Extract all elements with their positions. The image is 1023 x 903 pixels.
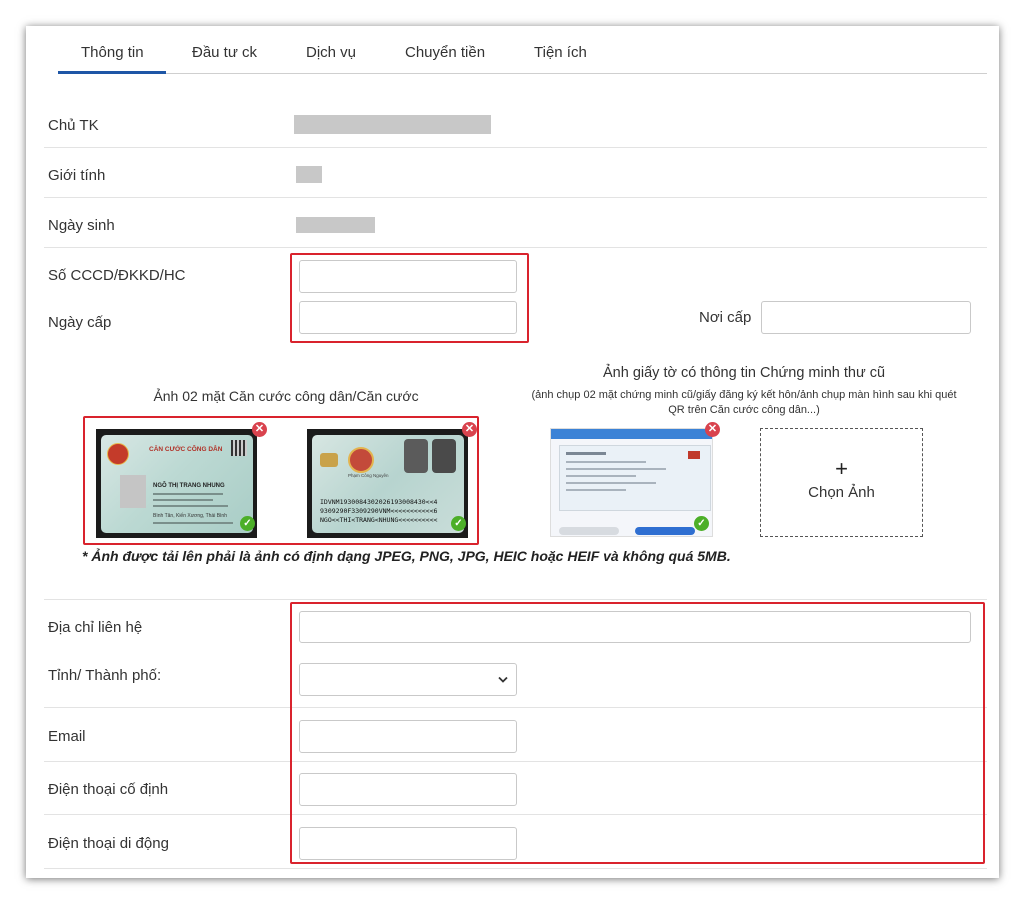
old-id-photo[interactable] xyxy=(550,428,713,537)
doc-line xyxy=(566,475,636,477)
row-divider xyxy=(44,868,987,869)
active-tab-indicator xyxy=(58,71,166,74)
plus-icon: + xyxy=(835,456,848,481)
screenshot-button-primary xyxy=(635,527,695,535)
section-divider xyxy=(44,599,987,600)
issue-place-input[interactable] xyxy=(761,301,971,334)
landline-label: Điện thoại cố định xyxy=(48,781,169,798)
id-fields-highlight xyxy=(290,253,529,343)
issue-date-label: Ngày cấp xyxy=(48,314,112,331)
choose-image-button[interactable]: + Chọn Ảnh xyxy=(760,428,923,537)
screenshot-document xyxy=(559,445,711,511)
id-number-label: Số CCCD/ĐKKD/HC xyxy=(48,267,186,284)
doc-flag-icon xyxy=(688,451,700,459)
tab-dau-tu-ck[interactable]: Đầu tư ck xyxy=(192,44,257,61)
remove-old-id-close-icon[interactable]: ✕ xyxy=(705,422,720,437)
account-holder-label: Chủ TK xyxy=(48,117,99,134)
row-divider xyxy=(44,147,987,148)
email-label: Email xyxy=(48,728,86,745)
province-label: Tỉnh/ Thành phố: xyxy=(48,667,162,684)
tab-dich-vu[interactable]: Dịch vụ xyxy=(306,44,356,61)
tab-tien-ich[interactable]: Tiện ích xyxy=(534,44,587,61)
old-id-caption: Ảnh giấy tờ có thông tin Chứng minh thư … xyxy=(602,365,886,381)
screenshot-button xyxy=(559,527,619,535)
tab-chuyen-tien[interactable]: Chuyển tiền xyxy=(405,44,485,61)
old-id-subcaption: (ảnh chụp 02 mặt chứng minh cũ/giấy đăng… xyxy=(531,389,957,416)
dob-value-redacted xyxy=(296,217,375,233)
row-divider xyxy=(44,247,987,248)
doc-line xyxy=(566,468,666,470)
issue-place-label: Nơi cấp xyxy=(699,309,752,326)
doc-line xyxy=(566,452,606,455)
upload-format-note: * Ảnh được tải lên phải là ảnh có định d… xyxy=(82,548,731,564)
contact-fields-highlight xyxy=(290,602,985,864)
contact-address-label: Địa chỉ liên hệ xyxy=(48,619,143,636)
dob-label: Ngày sinh xyxy=(48,217,115,234)
screenshot-header xyxy=(551,429,712,439)
row-divider xyxy=(44,197,987,198)
account-info-panel: Thông tin Đầu tư ck Dịch vụ Chuyển tiền … xyxy=(26,26,999,878)
id-photo-caption: Ảnh 02 mặt Căn cước công dân/Căn cước xyxy=(153,388,419,404)
gender-label: Giới tính xyxy=(48,167,106,184)
tab-thong-tin[interactable]: Thông tin xyxy=(81,44,144,61)
gender-value-redacted xyxy=(296,166,322,183)
id-photos-highlight xyxy=(83,416,479,545)
tabs-divider xyxy=(58,73,987,74)
doc-line xyxy=(566,489,626,491)
doc-line xyxy=(566,482,656,484)
doc-line xyxy=(566,461,646,463)
old-id-check-icon: ✓ xyxy=(694,516,709,531)
account-holder-value-redacted xyxy=(294,115,491,134)
mobile-label: Điện thoại di động xyxy=(48,835,169,852)
choose-image-label: Chọn Ảnh xyxy=(808,484,875,501)
